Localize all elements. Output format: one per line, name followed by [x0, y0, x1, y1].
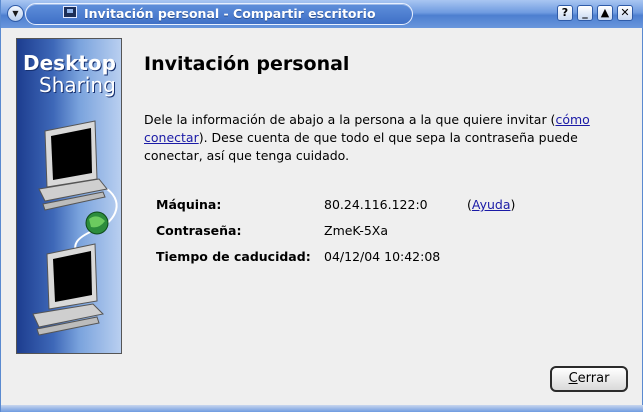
computer-monitor-icon — [38, 120, 108, 211]
password-value: ZmeK-5Xa — [324, 223, 389, 238]
description-text-start: Dele la información de abajo a la person… — [144, 112, 556, 127]
titlebar[interactable]: ▼ Invitación personal - Compartir escrit… — [1, 0, 643, 28]
dialog-window: ▼ Invitación personal - Compartir escrit… — [0, 0, 643, 412]
maximize-button[interactable]: ▲ — [597, 5, 613, 21]
computers-network-illustration — [32, 120, 118, 336]
window-menu-button[interactable]: ▼ — [7, 5, 24, 22]
desktop-sharing-banner: Desktop Sharing — [16, 38, 122, 354]
window-bottom-border — [1, 405, 643, 412]
window-title: Invitación personal - Compartir escritor… — [84, 6, 376, 21]
help-titlebar-button[interactable]: ? — [557, 5, 573, 21]
minimize-button[interactable]: _ — [577, 5, 593, 21]
machine-label: Máquina: — [156, 197, 222, 212]
page-title: Invitación personal — [144, 53, 350, 75]
close-button-accelerator: C — [568, 371, 578, 386]
password-label: Contraseña: — [156, 223, 242, 238]
expiry-label: Tiempo de caducidad: — [156, 249, 311, 264]
desktop-sharing-app-icon — [63, 6, 77, 18]
machine-value: 80.24.116.122:0 — [324, 197, 428, 212]
help-close-paren: ) — [510, 197, 516, 212]
help-link[interactable]: Ayuda — [472, 197, 511, 212]
invitation-description: Dele la información de abajo a la person… — [144, 111, 604, 165]
help-link-group: (Ayuda) — [467, 197, 515, 212]
close-button[interactable]: Cerrar — [550, 366, 628, 392]
expiry-value: 04/12/04 10:42:08 — [324, 249, 441, 264]
close-window-button[interactable]: ✕ — [617, 5, 633, 21]
globe-icon — [85, 211, 109, 235]
computer-monitor-icon — [32, 243, 105, 336]
close-button-label: errar — [577, 371, 610, 386]
description-text-end: ). Dese cuenta de que todo el que sepa l… — [144, 130, 578, 163]
